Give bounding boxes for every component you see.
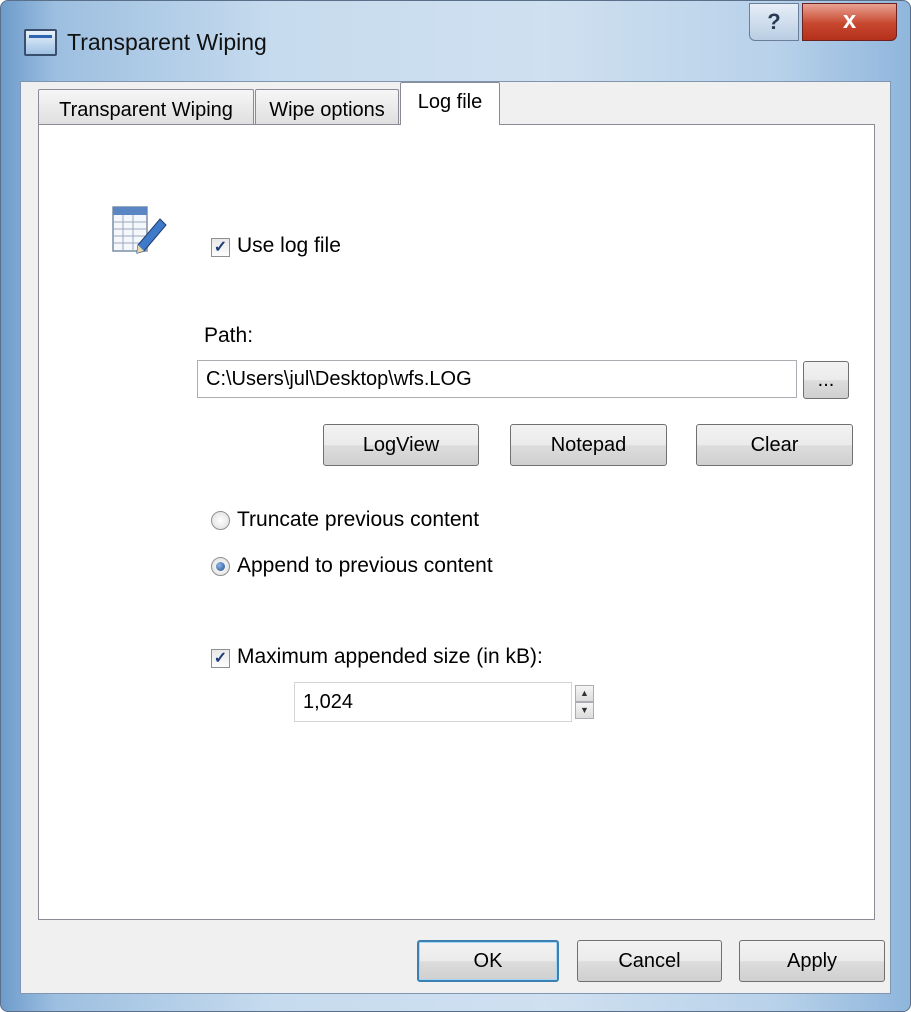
- use-log-file-checkbox[interactable]: ✓: [211, 238, 230, 257]
- window-title: Transparent Wiping: [67, 29, 267, 55]
- cancel-button[interactable]: Cancel: [577, 940, 722, 982]
- title-bar[interactable]: Transparent Wiping ? x: [1, 1, 910, 83]
- append-radio[interactable]: [211, 557, 230, 576]
- close-button[interactable]: x: [802, 3, 897, 41]
- ok-button[interactable]: OK: [417, 940, 559, 982]
- log-document-icon: [112, 206, 167, 254]
- clear-button[interactable]: Clear: [696, 424, 853, 466]
- truncate-radio[interactable]: [211, 511, 230, 530]
- log-file-panel: ✓ Use log file Path: ... LogView Notepad…: [38, 124, 875, 920]
- logview-button[interactable]: LogView: [323, 424, 479, 466]
- dialog-client-area: Transparent Wiping Wipe options Log file…: [20, 81, 891, 994]
- spin-up-button[interactable]: ▲: [575, 685, 594, 702]
- max-size-input[interactable]: [294, 682, 572, 722]
- tab-wipe-options[interactable]: Wipe options: [255, 89, 399, 129]
- apply-button[interactable]: Apply: [739, 940, 885, 982]
- browse-button[interactable]: ...: [803, 361, 849, 399]
- path-input[interactable]: [197, 360, 797, 398]
- max-size-label: Maximum appended size (in kB):: [237, 645, 543, 668]
- truncate-label: Truncate previous content: [237, 508, 480, 531]
- spin-down-button[interactable]: ▼: [575, 702, 594, 719]
- tab-transparent-wiping[interactable]: Transparent Wiping: [38, 89, 254, 129]
- append-label: Append to previous content: [237, 554, 493, 577]
- notepad-button[interactable]: Notepad: [510, 424, 667, 466]
- use-log-file-label: Use log file: [237, 234, 341, 257]
- help-button[interactable]: ?: [749, 3, 799, 41]
- tab-log-file[interactable]: Log file: [400, 82, 500, 125]
- max-size-checkbox[interactable]: ✓: [211, 649, 230, 668]
- path-label: Path:: [204, 324, 254, 347]
- dialog-window: Transparent Wiping ? x Transparent Wipin…: [0, 0, 911, 1012]
- app-window-icon: [24, 29, 57, 56]
